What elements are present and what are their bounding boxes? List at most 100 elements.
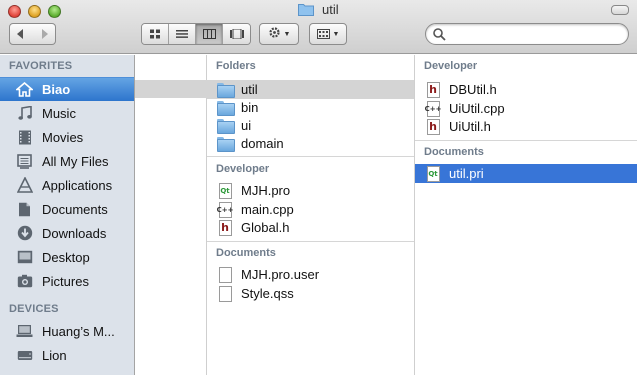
file-row-main-cpp[interactable]: C++ main.cpp: [207, 200, 414, 219]
file-name: util: [241, 82, 258, 97]
search-field: [425, 23, 629, 45]
cover-flow-view-button[interactable]: [223, 24, 250, 44]
header-file-icon: h: [217, 219, 233, 236]
group-header-documents: Documents: [216, 247, 276, 259]
sidebar-item-movies[interactable]: Movies: [0, 125, 134, 149]
window-title-area: util: [0, 2, 637, 19]
group-header-documents: Documents: [424, 146, 484, 158]
sidebar-item-label: Pictures: [42, 273, 89, 289]
arrange-menu-button[interactable]: ▼: [309, 23, 347, 45]
file-name: domain: [241, 136, 284, 151]
document-icon: [217, 266, 233, 283]
movies-icon: [15, 129, 34, 146]
pictures-icon: [15, 273, 34, 290]
folder-icon: [217, 82, 235, 98]
folder-icon: [217, 100, 235, 116]
qt-project-file-icon: Qt: [217, 182, 233, 199]
file-name: UiUtil.cpp: [449, 101, 505, 116]
file-name: MJH.pro.user: [241, 267, 320, 282]
icon-view-icon: [149, 27, 161, 42]
file-row-bin[interactable]: bin: [207, 98, 414, 117]
folder-icon: [217, 136, 235, 152]
column-view-icon: [202, 27, 216, 42]
sidebar-item-desktop[interactable]: Desktop: [0, 245, 134, 269]
group-divider: [207, 241, 414, 242]
sidebar-item-label: Downloads: [42, 225, 107, 241]
file-row-style-qss[interactable]: Style.qss: [207, 284, 414, 303]
sidebar: FAVORITES Biao Music Movies All My Files…: [0, 55, 135, 375]
sidebar-item-label: All My Files: [42, 153, 109, 169]
file-name: UiUtil.h: [449, 119, 491, 134]
list-view-button[interactable]: [169, 24, 196, 44]
group-header-folders: Folders: [216, 60, 256, 72]
file-name: DBUtil.h: [449, 82, 497, 97]
sidebar-item-lion[interactable]: Lion: [0, 343, 134, 367]
window-toolbar: util ▼ ▼: [0, 0, 637, 54]
sidebar-item-music[interactable]: Music: [0, 101, 134, 125]
file-row-util[interactable]: util: [207, 80, 414, 99]
cpp-file-icon: C++: [425, 100, 441, 117]
home-icon: [15, 81, 34, 98]
sidebar-item-all-my-files[interactable]: All My Files: [0, 149, 134, 173]
sidebar-item-documents[interactable]: Documents: [0, 197, 134, 221]
column-view-button[interactable]: [196, 24, 223, 44]
action-menu-button[interactable]: ▼: [259, 23, 299, 45]
search-icon: [433, 28, 446, 44]
file-row-global-h[interactable]: h Global.h: [207, 218, 414, 237]
icon-view-button[interactable]: [142, 24, 169, 44]
qt-project-file-icon: Qt: [425, 165, 441, 182]
file-row-mjh-pro[interactable]: Qt MJH.pro: [207, 181, 414, 200]
file-name: Global.h: [241, 220, 290, 235]
sidebar-item-label: Huang’s M...: [42, 323, 115, 339]
file-name: ui: [241, 118, 252, 133]
forward-button[interactable]: [32, 23, 56, 45]
file-row-util-pri[interactable]: Qt util.pri: [415, 164, 637, 183]
file-row-uiutil-cpp[interactable]: C++ UiUtil.cpp: [415, 99, 637, 118]
column-util: Folders util bin ui domain Developer Qt …: [207, 55, 415, 375]
header-file-icon: h: [425, 118, 441, 135]
group-header-developer: Developer: [216, 163, 270, 175]
group-divider: [415, 140, 637, 141]
list-view-icon: [176, 27, 188, 42]
sidebar-item-biao[interactable]: Biao: [0, 77, 134, 101]
folder-icon: [298, 3, 315, 19]
file-name: util.pri: [449, 166, 484, 181]
view-mode-selector: [141, 23, 251, 45]
chevron-left-icon: [17, 27, 25, 42]
toolbar-toggle-button[interactable]: [611, 5, 629, 15]
sidebar-item-label: Desktop: [42, 249, 90, 265]
file-row-mjh-pro-user[interactable]: MJH.pro.user: [207, 265, 414, 284]
header-file-icon: h: [425, 81, 441, 98]
back-button[interactable]: [9, 23, 33, 45]
chevron-down-icon: ▼: [332, 30, 340, 38]
search-input[interactable]: [450, 26, 620, 42]
desktop-icon: [15, 249, 34, 266]
cover-flow-icon: [229, 27, 244, 42]
sidebar-item-label: Documents: [42, 201, 108, 217]
folder-icon: [217, 118, 235, 134]
file-name: MJH.pro: [241, 183, 291, 198]
file-row-dbutil-h[interactable]: h DBUtil.h: [415, 80, 637, 99]
sidebar-item-label: Music: [42, 105, 76, 121]
sidebar-item-label: Applications: [42, 177, 113, 193]
sidebar-item-applications[interactable]: Applications: [0, 173, 134, 197]
sidebar-item-pictures[interactable]: Pictures: [0, 269, 134, 293]
window-title: util: [322, 2, 339, 17]
chevron-down-icon: ▼: [283, 30, 291, 38]
file-row-uiutil-h[interactable]: h UiUtil.h: [415, 117, 637, 136]
group-header-developer: Developer: [424, 60, 478, 72]
sidebar-item-downloads[interactable]: Downloads: [0, 221, 134, 245]
sidebar-item-computer[interactable]: Huang’s M...: [0, 319, 134, 343]
sidebar-item-label: Lion: [42, 347, 67, 363]
chevron-right-icon: [40, 27, 48, 42]
all-files-icon: [15, 153, 34, 170]
file-row-ui[interactable]: ui: [207, 116, 414, 135]
selected-row-highlight[interactable]: [135, 80, 207, 98]
arrange-grid-icon: [316, 27, 330, 42]
column-util-contents: Developer h DBUtil.h C++ UiUtil.cpp h Ui…: [415, 55, 637, 375]
file-row-domain[interactable]: domain: [207, 134, 414, 153]
cpp-file-icon: C++: [217, 201, 233, 218]
music-icon: [15, 105, 34, 122]
group-divider: [207, 156, 414, 157]
sidebar-item-label: Biao: [42, 82, 71, 97]
